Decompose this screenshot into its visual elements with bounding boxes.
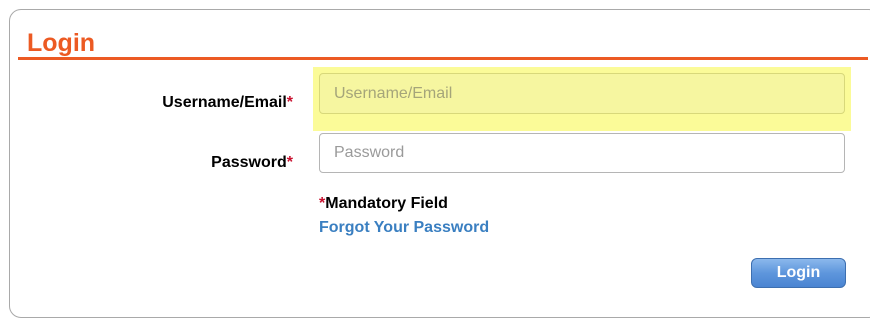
password-label-text: Password	[211, 154, 287, 171]
title-divider	[18, 57, 868, 60]
password-label: Password*	[33, 153, 293, 173]
mandatory-note-text: Mandatory Field	[325, 195, 448, 212]
username-input[interactable]	[319, 73, 845, 114]
password-required-marker: *	[286, 154, 293, 171]
username-label-text: Username/Email	[162, 94, 287, 111]
password-input[interactable]	[319, 133, 845, 173]
username-label: Username/Email*	[33, 93, 293, 113]
username-required-marker: *	[286, 94, 293, 111]
login-button[interactable]: Login	[751, 258, 846, 288]
login-panel: Login Username/Email* Password* *Mandato…	[9, 9, 870, 318]
mandatory-field-note: *Mandatory Field	[319, 194, 448, 214]
forgot-password-link[interactable]: Forgot Your Password	[319, 218, 489, 238]
panel-title: Login	[27, 29, 96, 57]
